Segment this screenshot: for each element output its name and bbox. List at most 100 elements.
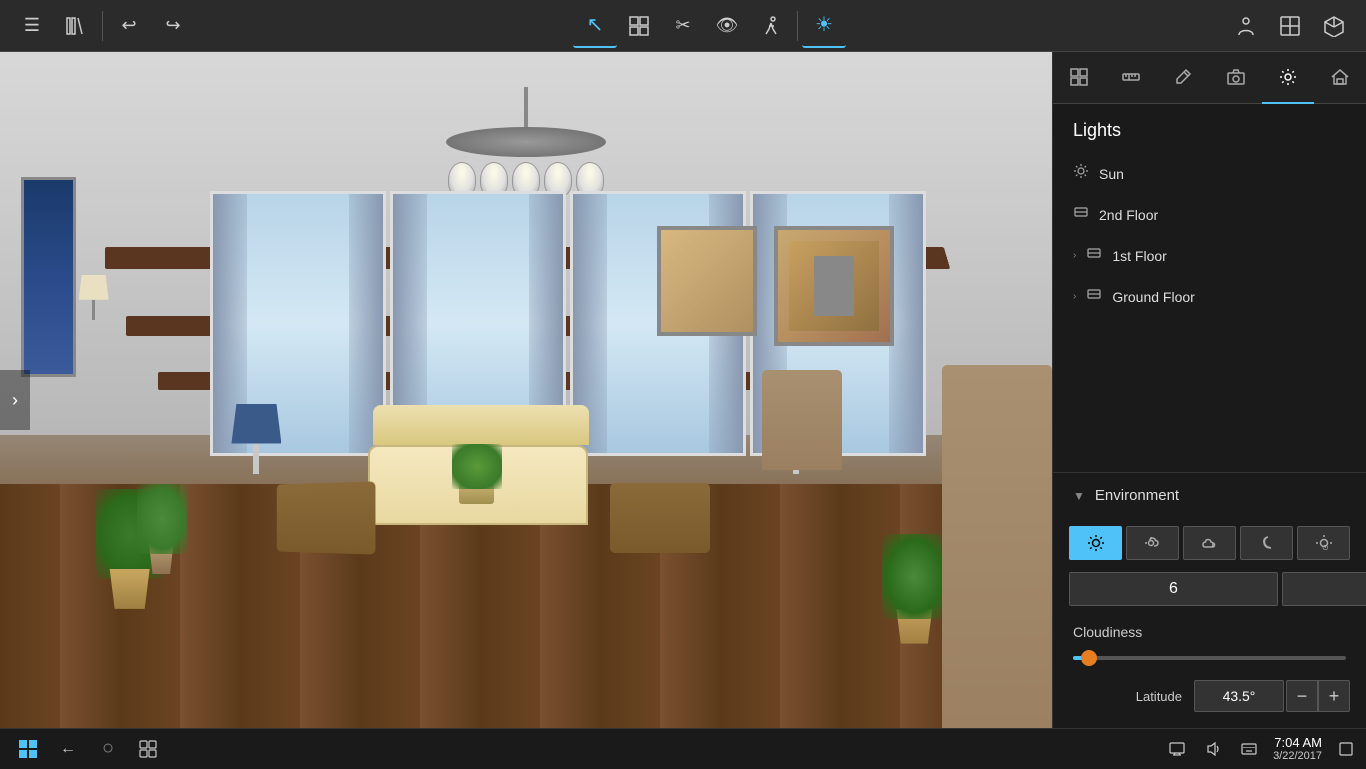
nav-arrow-left[interactable]: › — [0, 370, 30, 430]
keyboard-icon — [1241, 743, 1257, 755]
viewport[interactable]: › — [0, 52, 1052, 748]
monitor-icon-button[interactable] — [1165, 737, 1189, 761]
1st-floor-label: 1st Floor — [1112, 248, 1166, 264]
cloudiness-row: Cloudiness — [1053, 614, 1366, 672]
scissors-button[interactable]: ✂ — [661, 4, 705, 48]
plant-center — [452, 444, 502, 504]
panel-icon-home[interactable] — [1314, 52, 1366, 104]
slider-track — [1073, 656, 1346, 660]
walk-button[interactable] — [749, 4, 793, 48]
cloudiness-slider[interactable] — [1073, 648, 1346, 668]
select-button[interactable]: ↖ — [573, 4, 617, 48]
cortana-button[interactable]: ○ — [88, 729, 128, 769]
sky-partly-cloudy-button[interactable] — [1126, 526, 1179, 560]
library-icon — [65, 15, 87, 37]
chandelier — [446, 87, 606, 197]
latitude-input[interactable] — [1194, 680, 1284, 712]
time-hour-input[interactable] — [1069, 572, 1278, 606]
monitor-icon — [1169, 742, 1185, 756]
plant-small — [137, 484, 187, 574]
notification-button[interactable] — [1334, 737, 1358, 761]
light-item-ground-floor[interactable]: › Ground Floor — [1053, 276, 1366, 317]
panel-icon-lighting[interactable] — [1262, 52, 1314, 104]
3d-button[interactable] — [1312, 4, 1356, 48]
time-minute-input[interactable] — [1282, 572, 1366, 606]
light-item-2nd-floor[interactable]: 2nd Floor — [1053, 194, 1366, 235]
light-item-sun[interactable]: Sun — [1053, 153, 1366, 194]
latitude-plus-button[interactable]: + — [1318, 680, 1350, 712]
sconce-shade — [79, 275, 109, 300]
view-button[interactable]: 👁 — [705, 4, 749, 48]
keyboard-button[interactable] — [1237, 737, 1261, 761]
view-icon: 👁 — [716, 15, 739, 36]
undo-button[interactable]: ↩ — [107, 4, 151, 48]
sun-small-icon — [1073, 163, 1089, 184]
back-button[interactable]: ← — [48, 729, 88, 769]
sky-cloudy-button[interactable] — [1183, 526, 1236, 560]
person-icon — [1235, 15, 1257, 37]
library-button[interactable] — [54, 4, 98, 48]
cortana-icon: ○ — [102, 737, 114, 760]
lighting-icon — [1278, 67, 1298, 87]
panel-icon-paint[interactable] — [1157, 52, 1209, 104]
painting-right-1 — [774, 226, 894, 346]
floor-icon-1 — [1086, 245, 1102, 266]
back-icon: ← — [60, 740, 76, 758]
menu-button[interactable]: ☰ — [10, 4, 54, 48]
panel-icon-camera[interactable] — [1210, 52, 1262, 104]
environment-header[interactable]: ▼ Environment — [1053, 473, 1366, 518]
floor-icon-2 — [1073, 204, 1089, 225]
start-button[interactable] — [8, 729, 48, 769]
panel-icon-build[interactable] — [1053, 52, 1105, 104]
sky-clear-button[interactable] — [1069, 526, 1122, 560]
person-button[interactable] — [1224, 4, 1268, 48]
ground-floor-label: Ground Floor — [1112, 289, 1194, 305]
env-chevron-icon: ▼ — [1073, 489, 1085, 503]
panel-icon-measure[interactable] — [1105, 52, 1157, 104]
light-item-1st-floor[interactable]: › 1st Floor — [1053, 235, 1366, 276]
nav-arrow-icon: › — [12, 390, 18, 411]
toolbar-separator-2 — [797, 11, 798, 41]
view2d-icon — [1279, 15, 1301, 37]
2nd-floor-label: 2nd Floor — [1099, 207, 1158, 223]
redo-button[interactable]: ↪ — [151, 4, 195, 48]
home-icon — [1330, 67, 1350, 87]
right-panel: Lights Sun — [1052, 52, 1366, 768]
sky-dawn-button[interactable]: ⊙ — [1297, 526, 1350, 560]
camera-icon — [1226, 67, 1246, 87]
redo-icon: ↪ — [165, 15, 180, 36]
sun-button[interactable]: ☀ — [802, 4, 846, 48]
taskbar-right: 7:04 AM 3/22/2017 — [1165, 735, 1358, 763]
objects-button[interactable] — [617, 4, 661, 48]
room-scene: › — [0, 52, 1052, 748]
top-toolbar: ☰ ↩ ↪ ↖ ✂ 👁 ☀ — [0, 0, 1366, 52]
wall-art-left — [21, 177, 76, 377]
chandelier-rod — [524, 87, 528, 127]
undo-icon: ↩ — [121, 15, 136, 36]
night-icon — [1258, 534, 1276, 552]
panel-icon-bar — [1053, 52, 1366, 104]
floor-icon-ground — [1086, 286, 1102, 307]
environment-title: Environment — [1095, 487, 1179, 504]
latitude-label: Latitude — [1069, 689, 1194, 704]
walk-icon — [760, 15, 782, 37]
task-view-button[interactable] — [128, 729, 168, 769]
lights-section: Lights Sun — [1053, 104, 1366, 317]
expand-arrow-1st: › — [1073, 250, 1076, 261]
environment-section: ▼ Environment — [1053, 472, 1366, 768]
time-inputs-row — [1053, 568, 1366, 614]
latitude-minus-button[interactable]: − — [1286, 680, 1318, 712]
armchair-2 — [610, 483, 710, 553]
build-icon — [1069, 67, 1089, 87]
taskbar-date-display: 3/22/2017 — [1273, 750, 1322, 762]
expand-arrow-ground: › — [1073, 291, 1076, 302]
cloudy-icon — [1201, 534, 1219, 552]
speaker-button[interactable] — [1201, 737, 1225, 761]
view2d-button[interactable] — [1268, 4, 1312, 48]
lamp-left — [231, 404, 281, 484]
plant-pot — [105, 569, 155, 609]
sky-night-button[interactable] — [1240, 526, 1293, 560]
slider-thumb[interactable] — [1081, 650, 1097, 666]
partly-cloudy-icon — [1144, 534, 1162, 552]
env-time-row: ⊙ — [1053, 518, 1366, 568]
